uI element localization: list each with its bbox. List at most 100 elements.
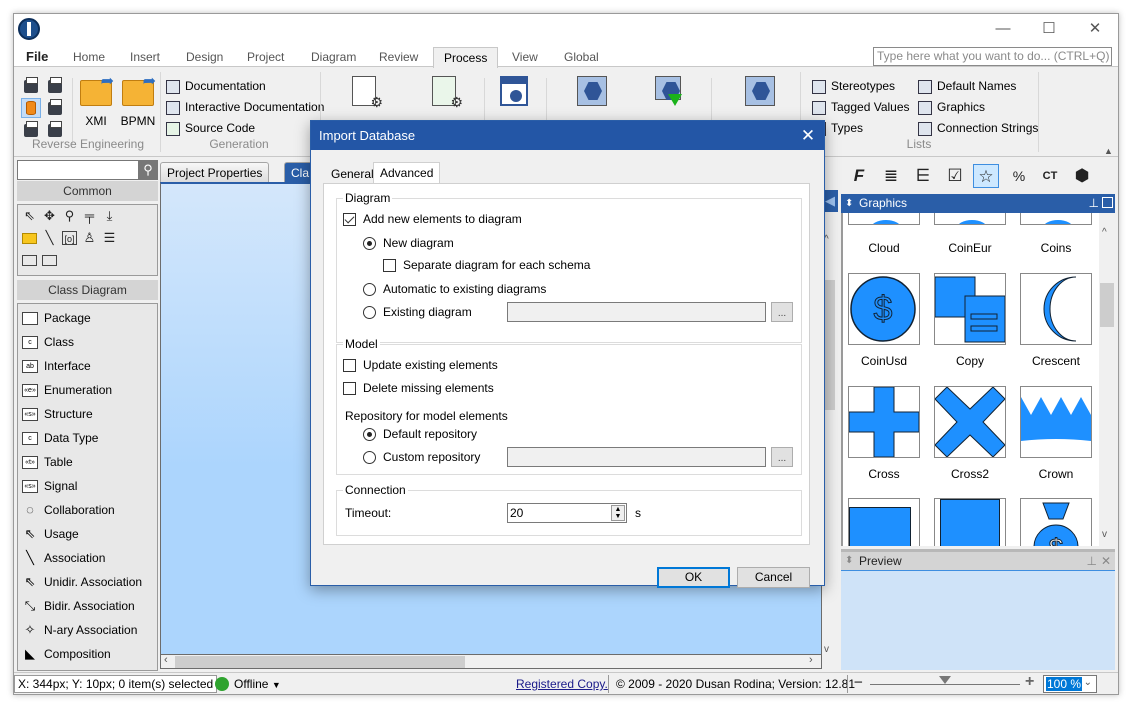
graphic-coins-icon[interactable]: [1020, 213, 1092, 225]
command-search-input[interactable]: Type here what you want to do... (CTRL+Q…: [873, 47, 1112, 66]
checkbox[interactable]: [343, 381, 356, 395]
shapes-icon[interactable]: ☆: [973, 164, 999, 188]
palette-item-association[interactable]: ╲ Association: [22, 548, 105, 568]
graphic-cross2-icon[interactable]: [934, 386, 1006, 458]
graphics-button[interactable]: Graphics: [918, 97, 985, 117]
palette-item-composition[interactable]: ◣ Composition: [22, 644, 111, 664]
delete-missing-checkbox[interactable]: Delete missing elements: [343, 380, 494, 396]
maximize-panel-icon[interactable]: [1102, 197, 1113, 208]
default-repository-radio[interactable]: Default repository: [363, 426, 477, 442]
tab-project[interactable]: Project: [243, 47, 288, 67]
text-tools-icon[interactable]: CT: [1037, 164, 1063, 188]
class-diagram-header[interactable]: Class Diagram: [17, 280, 158, 300]
radio[interactable]: [363, 427, 376, 441]
pan-icon[interactable]: ✥: [42, 209, 57, 223]
scroll-down-icon[interactable]: v: [1102, 529, 1107, 540]
reverse-printer-icon[interactable]: [48, 77, 62, 93]
bpmn-button[interactable]: BPMN: [116, 114, 160, 128]
font-style-icon[interactable]: F: [846, 164, 872, 188]
graphic-document-icon[interactable]: [934, 498, 1006, 546]
horizontal-scrollbar[interactable]: ‹ ›: [160, 654, 822, 669]
import-database-button[interactable]: [21, 98, 41, 118]
update-existing-checkbox[interactable]: Update existing elements: [343, 357, 498, 373]
maximize-button[interactable]: ☐: [1036, 20, 1062, 38]
properties-icon[interactable]: ⋿: [910, 164, 936, 188]
radio[interactable]: [363, 236, 376, 250]
text-icon[interactable]: ☰: [102, 231, 117, 245]
automatic-existing-radio[interactable]: Automatic to existing diagrams: [363, 281, 546, 297]
pin-icon[interactable]: ⊥: [1089, 194, 1099, 213]
radio[interactable]: [363, 450, 376, 464]
collapse-ribbon-icon[interactable]: ▲: [1104, 146, 1113, 156]
palette-item-table[interactable]: «t» Table: [22, 452, 73, 472]
radio[interactable]: [363, 282, 376, 296]
tab-file[interactable]: File: [22, 47, 52, 67]
graphic-cloud-icon[interactable]: [848, 213, 920, 225]
default-names-button[interactable]: Default Names: [918, 76, 1016, 96]
scroll-thumb[interactable]: [1100, 283, 1114, 327]
interactive-documentation-button[interactable]: Interactive Documentation: [166, 97, 324, 117]
tab-advanced[interactable]: Advanced: [373, 162, 441, 184]
cancel-button[interactable]: Cancel: [737, 567, 810, 588]
checkbox[interactable]: [383, 258, 396, 272]
palette-item-data-type[interactable]: c Data Type: [22, 428, 98, 448]
palette-item-structure[interactable]: «s» Structure: [22, 404, 93, 424]
reverse-printer-icon[interactable]: [24, 121, 38, 137]
graphic-crescent-icon[interactable]: [1020, 273, 1092, 345]
line-icon[interactable]: ╲: [42, 231, 57, 245]
reverse-printer-icon[interactable]: [48, 99, 62, 115]
generate-documentation-button[interactable]: Documentation: [166, 76, 266, 96]
palette-item-bidir-association[interactable]: ⤡ Bidir. Association: [22, 596, 135, 616]
ok-button[interactable]: OK: [657, 567, 730, 588]
new-diagram-radio[interactable]: New diagram: [363, 235, 454, 251]
generate-source-code-button[interactable]: Source Code: [166, 118, 255, 138]
zoom-icon[interactable]: ⚲: [62, 209, 77, 223]
close-button[interactable]: ✕: [1082, 20, 1108, 38]
scroll-thumb[interactable]: [175, 656, 465, 668]
palette-item-usage[interactable]: ⇖ Usage: [22, 524, 79, 544]
tab-review[interactable]: Review: [375, 47, 422, 67]
palette-item-interface[interactable]: ab Interface: [22, 356, 91, 376]
pointer-icon[interactable]: ⇖: [22, 209, 37, 223]
palette-item-class[interactable]: c Class: [22, 332, 74, 352]
existing-diagram-radio[interactable]: Existing diagram: [363, 304, 472, 320]
dialog-close-button[interactable]: ✕: [798, 121, 818, 150]
radio[interactable]: [363, 305, 376, 319]
stereotypes-button[interactable]: Stereotypes: [812, 76, 895, 96]
custom-repository-radio[interactable]: Custom repository: [363, 449, 480, 465]
hierarchy-icon[interactable]: ♙: [82, 231, 97, 245]
existing-diagram-field[interactable]: [507, 302, 766, 322]
reverse-printer-icon[interactable]: [48, 121, 62, 137]
graphic-copy-icon[interactable]: [934, 273, 1006, 345]
timeout-input[interactable]: 20 ▲ ▼: [507, 503, 627, 523]
tab-design[interactable]: Design: [182, 47, 227, 67]
tab-home[interactable]: Home: [69, 47, 109, 67]
zoom-dropdown[interactable]: 100 % ⌄: [1043, 675, 1097, 693]
timeout-spinner[interactable]: ▲ ▼: [611, 505, 625, 521]
gallery-scrollbar[interactable]: ^ v: [1099, 213, 1115, 546]
palette-item-package[interactable]: Package: [22, 308, 91, 328]
graphic-money-bag-icon[interactable]: $: [1020, 498, 1092, 546]
zoom-in-button[interactable]: +: [1025, 673, 1034, 691]
zoom-slider-thumb[interactable]: [939, 676, 951, 684]
add-new-elements-checkbox[interactable]: Add new elements to diagram: [343, 211, 522, 227]
tab-view[interactable]: View: [508, 47, 542, 67]
scroll-right-icon[interactable]: ›: [809, 654, 813, 666]
boundary-icon[interactable]: [42, 255, 57, 266]
hexagon-icon[interactable]: ⬢: [1069, 164, 1095, 188]
browse-repository-button[interactable]: ...: [771, 447, 793, 467]
palette-item-collaboration[interactable]: ◌ Collaboration: [22, 500, 115, 520]
tab-project-properties[interactable]: Project Properties: [160, 162, 270, 182]
palette-item-n-ary-association[interactable]: ✧ N-ary Association: [22, 620, 138, 640]
scroll-down-icon[interactable]: v: [824, 644, 829, 655]
container-icon[interactable]: [22, 255, 37, 266]
symbols-icon[interactable]: %: [1006, 164, 1032, 188]
tagged-values-button[interactable]: Tagged Values: [812, 97, 910, 117]
tab-diagram[interactable]: Diagram: [307, 47, 360, 67]
checkbox[interactable]: [343, 212, 356, 226]
graphic-crown-icon[interactable]: [1020, 386, 1092, 458]
registered-copy-link[interactable]: Registered Copy.: [516, 677, 608, 691]
close-panel-icon[interactable]: ✕: [1101, 552, 1111, 570]
scroll-left-icon[interactable]: ‹: [164, 654, 168, 666]
search-icon[interactable]: ⚲: [138, 160, 158, 180]
